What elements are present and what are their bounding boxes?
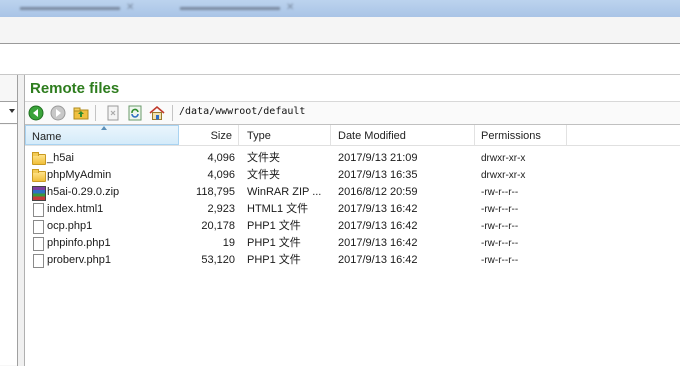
file-icon — [31, 219, 45, 234]
file-name: h5ai-0.29.0.zip — [47, 186, 120, 198]
toolbar-separator — [172, 105, 173, 121]
pane-splitter[interactable] — [18, 75, 25, 366]
column-header-type-label: Type — [247, 130, 271, 142]
menu-band — [0, 17, 680, 44]
winrar-icon — [31, 185, 46, 201]
column-header-date-label: Date Modified — [338, 130, 406, 142]
file-type: 文件夹 — [247, 152, 280, 164]
toolbar-separator — [95, 105, 96, 121]
file-type: HTML1 文件 — [247, 203, 309, 215]
file-permissions: -rw-r--r-- — [481, 255, 519, 266]
remote-file-list: _h5ai 4,096 文件夹 2017/9/13 21:09 drwxr-xr… — [25, 150, 680, 269]
file-date: 2017/9/13 16:42 — [338, 237, 418, 249]
column-header-size-label: Size — [210, 130, 232, 142]
table-row[interactable]: h5ai-0.29.0.zip 118,795 WinRAR ZIP ... 2… — [25, 184, 680, 201]
file-permissions: drwxr-xr-x — [481, 170, 526, 181]
file-icon — [31, 236, 45, 251]
remote-path-field[interactable]: /data/wwwroot/default — [179, 106, 305, 117]
table-row[interactable]: phpMyAdmin 4,096 文件夹 2017/9/13 16:35 drw… — [25, 167, 680, 184]
column-header-permissions-label: Permissions — [481, 130, 541, 142]
file-type: PHP1 文件 — [247, 254, 301, 266]
file-name: proberv.php1 — [47, 254, 112, 266]
file-permissions: -rw-r--r-- — [481, 238, 519, 249]
local-path-combo[interactable] — [0, 101, 17, 124]
tab-blurred[interactable]: ▬▬▬▬▬▬▬▬▬▬ ✕ — [180, 1, 294, 15]
parent-folder-icon[interactable] — [73, 105, 89, 121]
file-size: 20,178 — [201, 220, 235, 232]
file-size: 19 — [222, 237, 235, 249]
file-permissions: -rw-r--r-- — [481, 221, 519, 232]
remote-files-title: Remote files — [30, 80, 120, 97]
file-type: 文件夹 — [247, 169, 280, 181]
file-name: _h5ai — [47, 152, 74, 164]
file-date: 2017/9/13 21:09 — [338, 152, 418, 164]
delete-icon[interactable] — [105, 105, 121, 121]
file-name: ocp.php1 — [47, 220, 93, 232]
file-size: 4,096 — [207, 152, 235, 164]
column-header-permissions[interactable]: Permissions — [475, 125, 567, 145]
column-header-date-modified[interactable]: Date Modified — [331, 125, 475, 145]
file-date: 2017/9/13 16:35 — [338, 169, 418, 181]
column-header-name[interactable]: Name — [25, 125, 179, 145]
file-date: 2017/9/13 16:42 — [338, 254, 418, 266]
remote-toolbar: /data/wwwroot/default — [25, 101, 680, 125]
toolbar-band — [0, 44, 680, 75]
file-date: 2017/9/13 16:42 — [338, 220, 418, 232]
refresh-icon[interactable] — [127, 105, 143, 121]
table-row[interactable]: _h5ai 4,096 文件夹 2017/9/13 21:09 drwxr-xr… — [25, 150, 680, 167]
column-header-name-label: Name — [32, 131, 62, 143]
table-header: Name Size Type Date Modified Permissions — [25, 125, 680, 146]
file-name: phpinfo.php1 — [47, 237, 111, 249]
home-icon[interactable] — [149, 105, 165, 121]
local-file-list[interactable] — [0, 125, 17, 365]
forward-icon[interactable] — [50, 105, 66, 121]
file-icon — [31, 202, 45, 217]
file-size: 4,096 — [207, 169, 235, 181]
file-type: PHP1 文件 — [247, 220, 301, 232]
sort-ascending-icon — [101, 126, 107, 130]
file-date: 2016/8/12 20:59 — [338, 186, 418, 198]
tab-blurred[interactable]: ▬▬▬▬▬▬▬▬▬▬ ✕ — [20, 1, 134, 15]
file-permissions: -rw-r--r-- — [481, 187, 519, 198]
remote-pane: Remote files /data/wwwroot/default Name … — [25, 75, 680, 366]
file-icon — [31, 253, 45, 268]
folder-icon — [31, 151, 46, 165]
file-size: 53,120 — [201, 254, 235, 266]
table-row[interactable]: proberv.php1 53,120 PHP1 文件 2017/9/13 16… — [25, 252, 680, 269]
local-pane — [0, 75, 18, 366]
file-size: 2,923 — [207, 203, 235, 215]
table-row[interactable]: index.html1 2,923 HTML1 文件 2017/9/13 16:… — [25, 201, 680, 218]
file-type: WinRAR ZIP ... — [247, 186, 322, 198]
file-permissions: -rw-r--r-- — [481, 204, 519, 215]
back-icon[interactable] — [28, 105, 44, 121]
file-name: index.html1 — [47, 203, 104, 215]
file-name: phpMyAdmin — [47, 169, 112, 181]
column-header-type[interactable]: Type — [239, 125, 331, 145]
column-header-size[interactable]: Size — [179, 125, 239, 145]
table-row[interactable]: ocp.php1 20,178 PHP1 文件 2017/9/13 16:42 … — [25, 218, 680, 235]
folder-icon — [31, 168, 46, 182]
chevron-down-icon[interactable] — [9, 109, 15, 113]
file-date: 2017/9/13 16:42 — [338, 203, 418, 215]
file-size: 118,795 — [196, 186, 235, 198]
window-tab-strip: ▬▬▬▬▬▬▬▬▬▬ ✕ ▬▬▬▬▬▬▬▬▬▬ ✕ — [0, 0, 680, 17]
file-permissions: drwxr-xr-x — [481, 153, 526, 164]
file-type: PHP1 文件 — [247, 237, 301, 249]
table-row[interactable]: phpinfo.php1 19 PHP1 文件 2017/9/13 16:42 … — [25, 235, 680, 252]
